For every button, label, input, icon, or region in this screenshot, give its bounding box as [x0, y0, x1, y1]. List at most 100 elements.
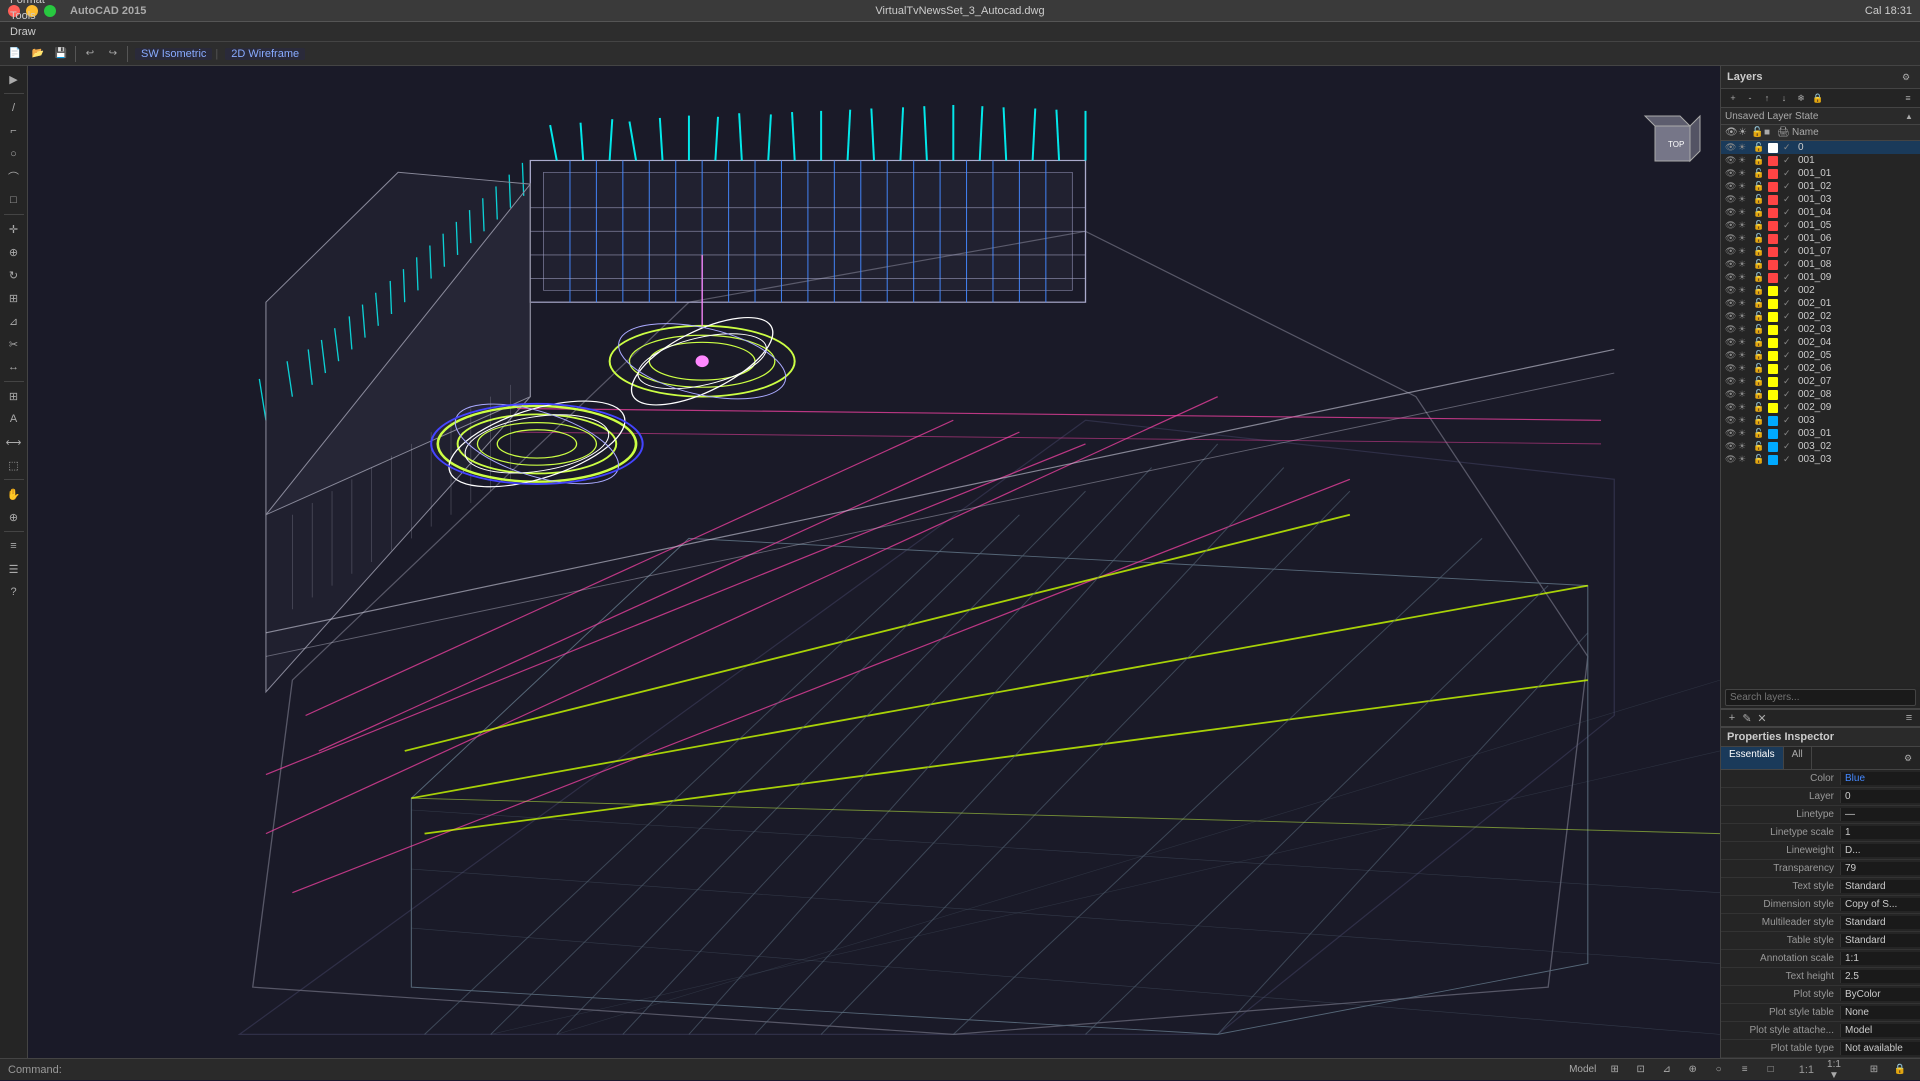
line-tool[interactable]: /	[2, 97, 26, 119]
view-label-wireframe[interactable]: 2D Wireframe	[225, 48, 305, 60]
layer-color-swatch[interactable]	[1768, 351, 1778, 361]
layer-up-btn[interactable]: ↑	[1759, 91, 1775, 105]
layer-row[interactable]: 👁 ☀ 🔓 ✓ 002_04	[1721, 336, 1920, 349]
pan-tool[interactable]: ✋	[2, 483, 26, 505]
layer-panel-options-icon[interactable]: ≡	[1902, 712, 1916, 724]
layer-row[interactable]: 👁 ☀ 🔓 ✓ 0	[1721, 141, 1920, 154]
layer-color-swatch[interactable]	[1768, 234, 1778, 244]
layer-color-swatch[interactable]	[1768, 312, 1778, 322]
props-row-value[interactable]: Standard	[1840, 934, 1920, 947]
props-row-value[interactable]: D...	[1840, 844, 1920, 857]
layer-freeze-btn[interactable]: ❄	[1793, 91, 1809, 105]
layer-color-swatch[interactable]	[1768, 325, 1778, 335]
layer-row[interactable]: 👁 ☀ 🔓 ✓ 002_01	[1721, 297, 1920, 310]
layer-color-swatch[interactable]	[1768, 455, 1778, 465]
view-label-isometric[interactable]: SW Isometric	[135, 48, 212, 60]
props-row-value[interactable]: None	[1840, 1006, 1920, 1019]
tab-all[interactable]: All	[1784, 747, 1812, 769]
layer-row[interactable]: 👁 ☀ 🔓 ✓ 003_02	[1721, 440, 1920, 453]
trim-tool[interactable]: ✂	[2, 333, 26, 355]
layer-color-swatch[interactable]	[1768, 299, 1778, 309]
menu-item-format[interactable]: Format	[4, 0, 69, 8]
props-row-value[interactable]: 0	[1840, 790, 1920, 803]
layer-row[interactable]: 👁 ☀ 🔓 ✓ 002_05	[1721, 349, 1920, 362]
layer-search-input[interactable]	[1725, 689, 1916, 706]
rotate-tool[interactable]: ↻	[2, 264, 26, 286]
props-row-value[interactable]: Copy of S...	[1840, 898, 1920, 911]
props-row-value[interactable]: Standard	[1840, 880, 1920, 893]
layer-row[interactable]: 👁 ☀ 🔓 ✓ 002_06	[1721, 362, 1920, 375]
layers-settings-btn[interactable]: ⚙	[1898, 69, 1914, 85]
props-row-value[interactable]: Standard	[1840, 916, 1920, 929]
workspace-btn[interactable]: ⊞	[1862, 1059, 1886, 1081]
layer-down-btn[interactable]: ↓	[1776, 91, 1792, 105]
props-row-value[interactable]: 79	[1840, 862, 1920, 875]
layer-lock-btn[interactable]: 🔒	[1810, 91, 1826, 105]
layer-color-swatch[interactable]	[1768, 208, 1778, 218]
props-settings-btn[interactable]: ⚙	[1896, 747, 1920, 769]
layer-color-swatch[interactable]	[1768, 143, 1778, 153]
annotation-scale-btn[interactable]: 1:1 ▼	[1822, 1059, 1846, 1081]
layer-row[interactable]: 👁 ☀ 🔓 ✓ 001_02	[1721, 180, 1920, 193]
layer-edit-icon[interactable]: ✎	[1740, 712, 1754, 724]
snap-toggle[interactable]: ⊡	[1629, 1059, 1653, 1081]
layer-new-btn[interactable]: +	[1725, 91, 1741, 105]
layer-row[interactable]: 👁 ☀ 🔓 ✓ 001_08	[1721, 258, 1920, 271]
layer-color-swatch[interactable]	[1768, 390, 1778, 400]
block-tool[interactable]: ⬚	[2, 454, 26, 476]
layer-color-swatch[interactable]	[1768, 442, 1778, 452]
props-row-value[interactable]: ByColor	[1840, 988, 1920, 1001]
undo-button[interactable]: ↩	[79, 44, 101, 64]
layer-color-swatch[interactable]	[1768, 260, 1778, 270]
save-button[interactable]: 💾	[50, 44, 72, 64]
layer-row[interactable]: 👁 ☀ 🔓 ✓ 001_01	[1721, 167, 1920, 180]
layer-color-swatch[interactable]	[1768, 182, 1778, 192]
layer-color-swatch[interactable]	[1768, 195, 1778, 205]
ortho-toggle[interactable]: ⊿	[1655, 1059, 1679, 1081]
layer-row[interactable]: 👁 ☀ 🔓 ✓ 003_03	[1721, 453, 1920, 466]
layer-color-swatch[interactable]	[1768, 156, 1778, 166]
extend-tool[interactable]: ↔	[2, 356, 26, 378]
layer-row[interactable]: 👁 ☀ 🔓 ✓ 002_07	[1721, 375, 1920, 388]
ui-lock-btn[interactable]: 🔒	[1888, 1059, 1912, 1081]
layer-row[interactable]: 👁 ☀ 🔓 ✓ 001	[1721, 154, 1920, 167]
open-button[interactable]: 📂	[27, 44, 49, 64]
layer-row[interactable]: 👁 ☀ 🔓 ✓ 002_09	[1721, 401, 1920, 414]
move-tool[interactable]: ✛	[2, 218, 26, 240]
layer-color-swatch[interactable]	[1768, 429, 1778, 439]
layer-color-swatch[interactable]	[1768, 169, 1778, 179]
layers-list[interactable]: 👁 ☀ 🔓 ✓ 0 👁 ☀ 🔓 ✓ 001 👁 ☀ 🔓 ✓ 001_01 👁 ☀…	[1721, 141, 1920, 687]
props-row-value[interactable]: Blue	[1840, 772, 1920, 785]
layer-remove-icon[interactable]: ✕	[1755, 712, 1769, 724]
scale-tool[interactable]: ⊞	[2, 287, 26, 309]
layer-color-swatch[interactable]	[1768, 221, 1778, 231]
layer-row[interactable]: 👁 ☀ 🔓 ✓ 002_08	[1721, 388, 1920, 401]
props-row-value[interactable]: —	[1840, 808, 1920, 821]
hatch-tool[interactable]: ⊞	[2, 385, 26, 407]
menu-item-draw[interactable]: Draw	[4, 24, 69, 40]
select-tool[interactable]: ▶	[2, 68, 26, 90]
layer-row[interactable]: 👁 ☀ 🔓 ✓ 001_03	[1721, 193, 1920, 206]
tspace-toggle[interactable]: □	[1759, 1059, 1783, 1081]
mirror-tool[interactable]: ⊿	[2, 310, 26, 332]
layer-row[interactable]: 👁 ☀ 🔓 ✓ 001_04	[1721, 206, 1920, 219]
inquiry-tool[interactable]: ?	[2, 581, 26, 603]
copy-tool[interactable]: ⊕	[2, 241, 26, 263]
zoom-tool[interactable]: ⊕	[2, 506, 26, 528]
props-row-value[interactable]: 1:1	[1840, 952, 1920, 965]
text-tool[interactable]: A	[2, 408, 26, 430]
layer-color-swatch[interactable]	[1768, 338, 1778, 348]
props-row-value[interactable]: 1	[1840, 826, 1920, 839]
props-row-value[interactable]: Not available	[1840, 1042, 1920, 1055]
layer-row[interactable]: 👁 ☀ 🔓 ✓ 001_09	[1721, 271, 1920, 284]
osnap-toggle[interactable]: ○	[1707, 1059, 1731, 1081]
polyline-tool[interactable]: ⌐	[2, 120, 26, 142]
layer-row[interactable]: 👁 ☀ 🔓 ✓ 003_01	[1721, 427, 1920, 440]
properties-tool[interactable]: ☰	[2, 558, 26, 580]
layer-tool[interactable]: ≡	[2, 535, 26, 557]
hide-layer-list-btn[interactable]: ▲	[1902, 110, 1916, 122]
redo-button[interactable]: ↪	[102, 44, 124, 64]
new-button[interactable]: 📄	[4, 44, 26, 64]
dimension-tool[interactable]: ⟷	[2, 431, 26, 453]
layer-row[interactable]: 👁 ☀ 🔓 ✓ 001_05	[1721, 219, 1920, 232]
